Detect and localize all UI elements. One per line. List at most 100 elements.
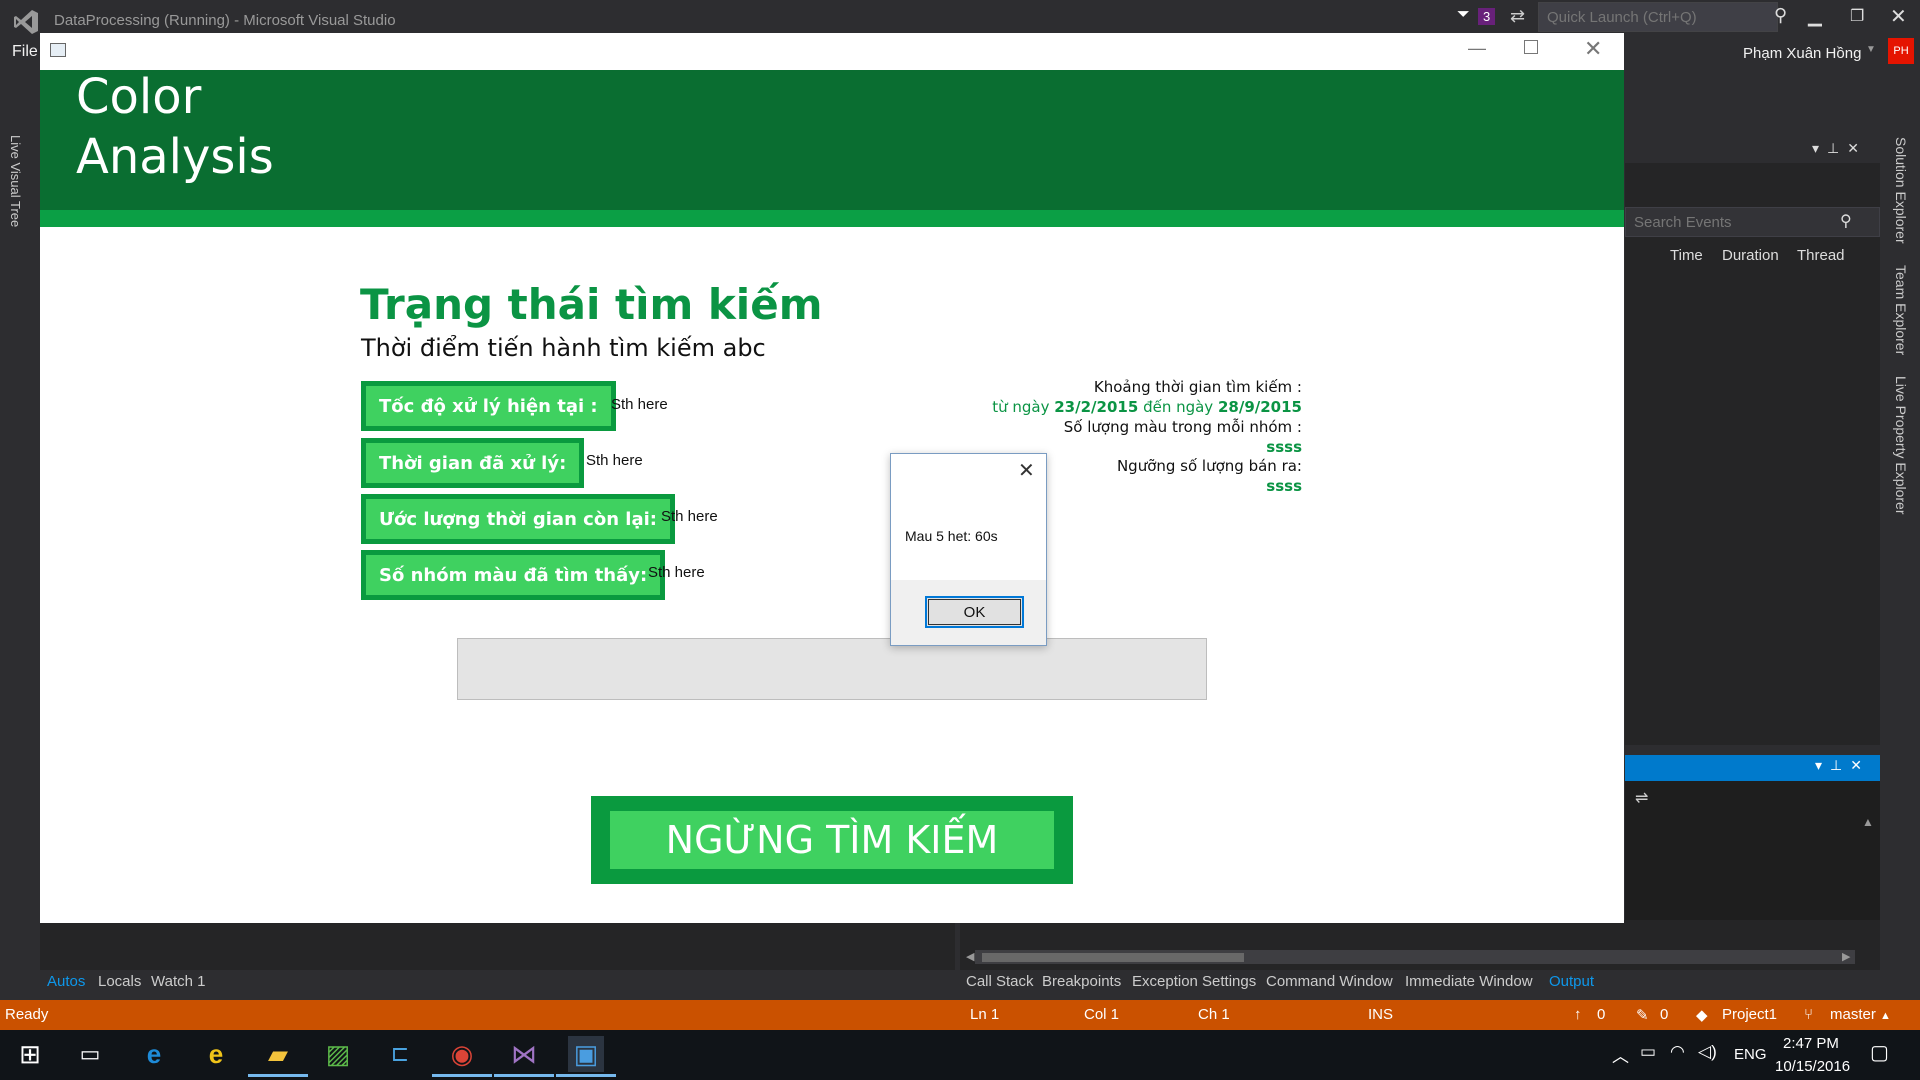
chevron-up-icon[interactable]: ▲ — [1880, 1010, 1891, 1022]
scroll-left-icon[interactable]: ◀ — [966, 950, 974, 963]
menu-file[interactable]: File — [12, 43, 38, 61]
feedback-icon[interactable]: ⇄ — [1510, 6, 1525, 27]
close-icon[interactable]: ✕ — [1584, 36, 1602, 62]
ok-button[interactable]: OK — [925, 596, 1024, 628]
metric-label-elapsed: Thời gian đã xử lý: — [361, 438, 585, 488]
solution-explorer-tab[interactable]: Solution Explorer — [1893, 137, 1909, 244]
column-header-thread[interactable]: Thread — [1797, 247, 1845, 264]
git-branch-icon[interactable]: ⑂ — [1804, 1006, 1813, 1023]
task-view-icon[interactable]: ▭ — [72, 1036, 108, 1072]
tab-call-stack[interactable]: Call Stack — [966, 973, 1034, 990]
file-explorer-icon[interactable]: ▰ — [260, 1036, 296, 1072]
search-icon[interactable]: ⚲ — [1840, 211, 1852, 231]
app-title-line-1: Color — [76, 69, 202, 125]
terminal-icon[interactable]: ⊏ — [382, 1036, 418, 1072]
tab-watch-1[interactable]: Watch 1 — [151, 973, 205, 990]
scroll-right-icon[interactable]: ▶ — [1842, 950, 1850, 963]
tab-breakpoints[interactable]: Breakpoints — [1042, 973, 1121, 990]
page-subtitle: Thời điểm tiến hành tìm kiếm abc — [361, 334, 766, 362]
taskbar-active-indicator — [432, 1074, 492, 1077]
live-visual-tree-tab[interactable]: Live Visual Tree — [8, 135, 23, 227]
metric-label-groups: Số nhóm màu đã tìm thấy: — [361, 550, 666, 600]
chrome-browser-icon[interactable]: ◉ — [444, 1036, 480, 1072]
windows-start-icon[interactable]: ⊞ — [12, 1036, 48, 1072]
status-branch[interactable]: master — [1830, 1006, 1876, 1023]
metric-value-elapsed: Sth here — [586, 452, 643, 469]
status-char: Ch 1 — [1198, 1006, 1230, 1023]
app-title-line-2: Analysis — [76, 129, 274, 185]
publish-arrow-icon[interactable]: ↑ — [1574, 1006, 1582, 1023]
header-accent-stripe — [40, 210, 1624, 227]
tray-chevron-icon[interactable]: ︿ — [1612, 1042, 1629, 1067]
status-up-count[interactable]: 0 — [1597, 1006, 1605, 1023]
app-titlebar — [40, 33, 1624, 70]
range-label: Khoảng thời gian tìm kiếm : — [1093, 378, 1302, 396]
restore-icon[interactable]: ❐ — [1850, 6, 1864, 26]
action-center-icon[interactable]: ▢ — [1870, 1040, 1889, 1065]
status-project[interactable]: Project1 — [1722, 1006, 1777, 1023]
search-icon[interactable]: ⚲ — [1774, 5, 1787, 26]
scrollbar-thumb[interactable] — [982, 953, 1244, 962]
close-icon[interactable]: ✕ — [1890, 4, 1907, 29]
color-count-value: ssss — [1266, 438, 1302, 456]
status-line: Ln 1 — [970, 1006, 1000, 1023]
team-explorer-tab[interactable]: Team Explorer — [1893, 265, 1909, 355]
filter-notification-icon[interactable]: ⏷ — [1457, 6, 1470, 24]
metric-value-groups: Sth here — [648, 564, 705, 581]
metric-value-speed: Sth here — [611, 396, 668, 413]
image-viewer-icon[interactable]: ▨ — [320, 1036, 356, 1072]
clock-time[interactable]: 2:47 PM — [1783, 1035, 1839, 1052]
tab-locals[interactable]: Locals — [98, 973, 141, 990]
tab-output[interactable]: Output — [1549, 973, 1594, 990]
message-text: Mau 5 het: 60s — [905, 528, 998, 544]
pencil-icon[interactable]: ✎ — [1636, 1006, 1649, 1024]
input-language[interactable]: ENG — [1734, 1046, 1767, 1063]
right-tool-strip — [1885, 130, 1920, 1000]
autos-panel — [40, 920, 955, 970]
live-property-explorer-tab[interactable]: Live Property Explorer — [1893, 376, 1909, 515]
clock-date[interactable]: 10/15/2016 — [1775, 1058, 1850, 1075]
minimize-icon[interactable]: ▁ — [1808, 6, 1822, 27]
word-wrap-icon[interactable]: ⇌ — [1635, 788, 1648, 808]
column-header-time[interactable]: Time — [1670, 247, 1703, 264]
tab-exception-settings[interactable]: Exception Settings — [1132, 973, 1256, 990]
repo-diamond-icon[interactable]: ◆ — [1696, 1006, 1708, 1024]
wifi-icon[interactable]: ◠ — [1670, 1042, 1685, 1062]
metric-value-remaining: Sth here — [661, 508, 718, 525]
taskbar-active-indicator — [248, 1074, 308, 1077]
avatar[interactable]: PH — [1888, 38, 1914, 64]
scroll-up-icon[interactable]: ▲ — [1862, 815, 1874, 829]
volume-icon[interactable]: ◁) — [1698, 1042, 1717, 1062]
color-count-label: Số lượng màu trong mỗi nhóm : — [1063, 418, 1302, 436]
chevron-down-icon[interactable]: ▼ — [1866, 44, 1876, 55]
stop-search-button[interactable]: NGỪNG TÌM KIẾM — [610, 811, 1054, 869]
page-title: Trạng thái tìm kiếm — [360, 280, 823, 329]
threshold-label: Ngưỡng số lượng bán ra: — [1116, 457, 1302, 475]
app-title: Color Analysis — [76, 67, 274, 187]
from-word: từ ngày — [992, 398, 1050, 416]
panel-pin-close-icons[interactable]: ▾⊥✕ — [1812, 140, 1867, 157]
tab-autos[interactable]: Autos — [47, 973, 85, 990]
edge-browser-icon[interactable]: e — [136, 1036, 172, 1072]
tab-command-window[interactable]: Command Window — [1266, 973, 1393, 990]
app-window-icon — [50, 43, 66, 57]
status-edit-count[interactable]: 0 — [1660, 1006, 1668, 1023]
tab-immediate-window[interactable]: Immediate Window — [1405, 973, 1533, 990]
minimize-icon[interactable]: — — [1468, 38, 1486, 59]
window-title: DataProcessing (Running) - Microsoft Vis… — [54, 12, 396, 29]
status-column: Col 1 — [1084, 1006, 1120, 1023]
internet-explorer-icon[interactable]: e — [198, 1036, 234, 1072]
app-window-icon[interactable]: ▣ — [568, 1036, 604, 1072]
quick-launch-input[interactable] — [1538, 2, 1778, 32]
notification-badge[interactable]: 3 — [1478, 8, 1496, 25]
visual-studio-icon[interactable]: ⋈ — [506, 1036, 542, 1072]
visual-studio-logo-icon — [14, 10, 38, 34]
maximize-icon[interactable] — [1524, 40, 1538, 54]
close-icon[interactable]: ✕ — [1018, 458, 1035, 483]
from-date: 23/2/2015 — [1054, 398, 1139, 416]
panel-pin-close-icons[interactable]: ▾⊥✕ — [1815, 757, 1870, 774]
battery-icon[interactable]: ▭ — [1640, 1042, 1656, 1062]
user-name[interactable]: Phạm Xuân Hồng — [1743, 45, 1861, 62]
column-header-duration[interactable]: Duration — [1722, 247, 1779, 264]
metric-label-remaining: Ước lượng thời gian còn lại: — [361, 494, 675, 544]
